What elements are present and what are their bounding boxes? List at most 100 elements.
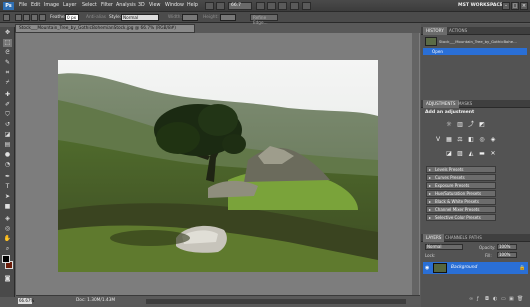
posterize-icon[interactable]: ▨	[456, 150, 464, 158]
preset-levels[interactable]: Levels Presets	[426, 166, 496, 173]
new-selection-icon[interactable]	[15, 14, 22, 21]
horizontal-scrollbar[interactable]	[146, 299, 406, 304]
workspace-switcher[interactable]: MST WORKSPACE ▾	[458, 3, 507, 8]
menu-select[interactable]: Select	[82, 3, 97, 8]
clone-stamp-icon[interactable]: ⛉	[3, 111, 12, 119]
hand-tool-icon[interactable]: ✋	[3, 235, 12, 243]
marquee-tool-icon[interactable]: ⬚	[3, 39, 12, 47]
preset-curves[interactable]: Curves Presets	[426, 174, 496, 181]
style-select[interactable]: Normal	[121, 14, 159, 21]
new-layer-icon[interactable]: ▣	[509, 296, 515, 302]
threshold-icon[interactable]: ◭	[467, 150, 475, 158]
vertical-scrollbar[interactable]	[412, 33, 419, 295]
link-layers-icon[interactable]: ∞	[469, 296, 475, 302]
move-tool-icon[interactable]: ✥	[3, 29, 12, 37]
menu-layer[interactable]: Layer	[63, 3, 76, 8]
menu-filter[interactable]: Filter	[101, 3, 113, 8]
feather-input[interactable]: 0 px	[65, 14, 79, 21]
layer-style-icon[interactable]: ƒ	[477, 296, 483, 302]
levels-icon[interactable]: ▥	[456, 121, 464, 129]
zoom-select[interactable]: 66.7	[228, 2, 252, 10]
foreground-color-swatch[interactable]	[2, 255, 10, 263]
hand-tool-icon[interactable]	[256, 2, 265, 10]
3d-camera-tool-icon[interactable]: ◎	[3, 225, 12, 233]
hue-saturation-icon[interactable]: ▦	[445, 136, 453, 144]
type-tool-icon[interactable]: T	[3, 183, 12, 191]
crop-tool-icon[interactable]: ⌗	[3, 69, 12, 77]
subtract-selection-icon[interactable]	[31, 14, 38, 21]
zoom-tool-icon[interactable]: ⌕	[3, 245, 12, 253]
brightness-icon[interactable]: ☼	[445, 121, 453, 129]
menu-window[interactable]: Window	[165, 3, 184, 8]
invert-icon[interactable]: ◪	[445, 150, 453, 158]
menu-help[interactable]: Help	[187, 3, 198, 8]
eraser-tool-icon[interactable]: ◪	[3, 131, 12, 139]
menu-image[interactable]: Image	[44, 3, 59, 8]
eyedropper-tool-icon[interactable]: ⌿	[3, 79, 12, 87]
preset-channel-mixer[interactable]: Channel Mixer Presets	[426, 206, 496, 213]
vibrance-icon[interactable]: V	[434, 136, 442, 144]
bridge-icon[interactable]	[205, 2, 214, 10]
3d-rotate-tool-icon[interactable]: ◈	[3, 215, 12, 223]
preset-black-white[interactable]: Black & White Presets	[426, 198, 496, 205]
tab-masks[interactable]: MASKS	[455, 100, 475, 108]
close-button[interactable]: ×	[520, 2, 528, 10]
curves-icon[interactable]: ⤴	[467, 121, 475, 129]
tab-history[interactable]: HISTORY	[423, 27, 447, 35]
history-snapshot[interactable]: Stock___Mountain_Tree_by_GothicBohe...	[423, 36, 527, 47]
arrange-documents-icon[interactable]	[290, 2, 299, 10]
lasso-tool-icon[interactable]: ᘓ	[3, 49, 12, 57]
tab-paths[interactable]: PATHS	[466, 234, 485, 242]
quick-mask-icon[interactable]: ◙	[3, 275, 12, 283]
rotate-view-icon[interactable]	[278, 2, 287, 10]
opacity-input[interactable]: 100%	[497, 244, 517, 250]
menu-3d[interactable]: 3D	[138, 3, 145, 8]
adjustment-layer-icon[interactable]: ◐	[493, 296, 499, 302]
blend-mode-select[interactable]: Normal	[425, 244, 463, 250]
preset-hue-saturation[interactable]: Hue/Saturation Presets	[426, 190, 496, 197]
refine-edge-button[interactable]: Refine Edge...	[250, 14, 278, 25]
exposure-icon[interactable]: ◩	[478, 121, 486, 129]
add-mask-icon[interactable]: ◘	[485, 296, 491, 302]
history-brush-icon[interactable]: ↺	[3, 121, 12, 129]
photo-filter-icon[interactable]: ◎	[478, 136, 486, 144]
menu-edit[interactable]: Edit	[31, 3, 40, 8]
new-group-icon[interactable]: ▭	[501, 296, 507, 302]
canvas-area[interactable]	[16, 33, 420, 295]
add-selection-icon[interactable]	[23, 14, 30, 21]
maximize-button[interactable]: □	[511, 2, 519, 10]
intersect-selection-icon[interactable]	[39, 14, 46, 21]
height-input[interactable]	[220, 14, 236, 21]
width-input[interactable]	[182, 14, 198, 21]
screen-mode-icon[interactable]	[302, 2, 311, 10]
shape-tool-icon[interactable]: ■	[3, 203, 12, 211]
black-white-icon[interactable]: ◧	[467, 136, 475, 144]
status-zoom[interactable]: 66.67%	[18, 298, 34, 304]
marquee-preset-icon[interactable]	[3, 14, 10, 21]
menu-file[interactable]: File	[19, 3, 27, 8]
quick-select-tool-icon[interactable]: ✎	[3, 59, 12, 67]
gradient-map-icon[interactable]: ▬	[478, 150, 486, 158]
menu-analysis[interactable]: Analysis	[116, 3, 136, 8]
healing-brush-icon[interactable]: ✚	[3, 91, 12, 99]
visibility-eye-icon[interactable]: ◉	[425, 265, 431, 271]
delete-layer-icon[interactable]: 🗑	[517, 296, 523, 302]
zoom-tool-icon[interactable]	[267, 2, 276, 10]
channel-mixer-icon[interactable]: ◈	[489, 136, 497, 144]
dodge-tool-icon[interactable]: ◔	[3, 161, 12, 169]
preset-selective-color[interactable]: Selective Color Presets	[426, 214, 496, 221]
minimize-button[interactable]: –	[502, 2, 510, 10]
history-state-open[interactable]: Open	[423, 48, 527, 55]
brush-tool-icon[interactable]: ✐	[3, 101, 12, 109]
selective-color-icon[interactable]: ✕	[489, 150, 497, 158]
blur-tool-icon[interactable]: ●	[3, 151, 12, 159]
gradient-tool-icon[interactable]: ▤	[3, 141, 12, 149]
pen-tool-icon[interactable]: ✒	[3, 173, 12, 181]
preset-exposure[interactable]: Exposure Presets	[426, 182, 496, 189]
tab-adjustments[interactable]: ADJUSTMENTS	[423, 100, 459, 108]
fill-input[interactable]: 100%	[497, 252, 517, 258]
antialias-label[interactable]: Anti-alias	[86, 15, 106, 20]
mini-bridge-icon[interactable]	[216, 2, 225, 10]
document-tab[interactable]: Stock___Mountain_Tree_by_GothicBohemianS…	[15, 24, 195, 33]
menu-view[interactable]: View	[149, 3, 160, 8]
